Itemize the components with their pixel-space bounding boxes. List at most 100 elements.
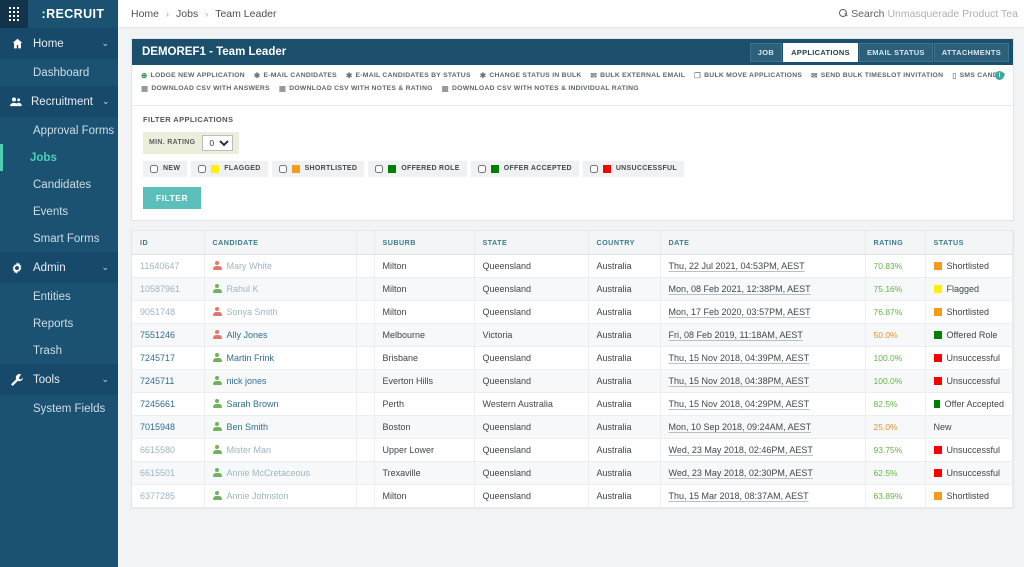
table-row[interactable]: 6377285 Annie Johnston Milton Queensland Aus… — [132, 484, 1013, 508]
status-filter-offer-accepted[interactable]: OFFER ACCEPTED — [470, 160, 579, 177]
table-row[interactable]: 7015948 Ben Smith Boston Queensland Australi… — [132, 415, 1013, 439]
application-id-link[interactable]: 6615501 — [140, 468, 175, 478]
application-id-link[interactable]: 11640647 — [140, 261, 179, 271]
info-icon[interactable]: i — [995, 71, 1004, 80]
application-id-link[interactable]: 10587961 — [140, 284, 180, 294]
sidebar-item-smart-forms[interactable]: Smart Forms — [0, 225, 118, 252]
status-filter-checkbox[interactable] — [198, 164, 207, 173]
sidebar-item-dashboard[interactable]: Dashboard — [0, 59, 118, 86]
column-header-id[interactable]: ID — [132, 230, 205, 255]
sidebar-group-home[interactable]: Home ⌄ — [0, 28, 118, 59]
candidate-name-link[interactable]: Rahul K — [227, 284, 259, 294]
status-filter-checkbox[interactable] — [477, 164, 486, 173]
status-filter-flagged[interactable]: FLAGGED — [191, 160, 268, 177]
app-logo[interactable]: :RECRUIT — [28, 0, 118, 28]
column-header-status[interactable]: STATUS — [925, 230, 1013, 255]
tab-applications[interactable]: APPLICATIONS — [783, 42, 858, 62]
action-bulk-move-applications[interactable]: ❐ BULK MOVE APPLICATIONS — [694, 72, 802, 80]
action-lodge-new-application[interactable]: ⊕ LODGE NEW APPLICATION — [141, 72, 245, 80]
candidate-name-link[interactable]: Mary White — [227, 261, 273, 271]
application-date-link[interactable]: Thu, 22 Jul 2021, 04:53PM, AEST — [669, 261, 805, 271]
column-header-country[interactable]: COUNTRY — [588, 230, 661, 255]
candidate-name-link[interactable]: Ben Smith — [227, 422, 269, 432]
application-date-link[interactable]: Fri, 08 Feb 2019, 11:18AM, AEST — [669, 330, 803, 340]
search-area[interactable]: Search Unmasquerade Product Tea — [839, 8, 1018, 20]
search-icon[interactable] — [839, 9, 848, 18]
application-date-link[interactable]: Wed, 23 May 2018, 02:46PM, AEST — [669, 445, 813, 455]
sidebar-item-reports[interactable]: Reports — [0, 310, 118, 337]
breadcrumb-item-jobs[interactable]: Jobs — [176, 8, 198, 20]
column-header-rating[interactable]: RATING — [865, 230, 926, 255]
application-id-link[interactable]: 7015948 — [140, 422, 175, 432]
application-date-link[interactable]: Mon, 17 Feb 2020, 03:57PM, AEST — [669, 307, 811, 317]
status-filter-shortlisted[interactable]: SHORTLISTED — [271, 160, 365, 177]
table-row[interactable]: 11640647 Mary White Milton Queensland Austra… — [132, 254, 1013, 278]
application-date-link[interactable]: Thu, 15 Nov 2018, 04:38PM, AEST — [669, 376, 810, 386]
application-id-link[interactable]: 7245711 — [140, 376, 174, 386]
sidebar-item-approval-forms[interactable]: Approval Forms — [0, 117, 118, 144]
application-id-link[interactable]: 7245661 — [140, 399, 175, 409]
application-date-link[interactable]: Wed, 23 May 2018, 02:30PM, AEST — [669, 468, 813, 478]
account-label[interactable]: Unmasquerade Product Tea — [887, 8, 1018, 20]
action-bulk-external-email[interactable]: ✉ BULK EXTERNAL EMAIL — [591, 72, 686, 80]
status-filter-checkbox[interactable] — [589, 164, 598, 173]
sidebar-item-events[interactable]: Events — [0, 198, 118, 225]
table-row[interactable]: 10587961 Rahul K Milton Queensland Australia… — [132, 277, 1013, 301]
sidebar-group-tools[interactable]: Tools ⌄ — [0, 364, 118, 395]
candidate-name-link[interactable]: Sonya Smith — [227, 307, 278, 317]
column-header-suburb[interactable]: SUBURB — [374, 230, 475, 255]
candidate-name-link[interactable]: nick jones — [227, 376, 267, 386]
status-filter-checkbox[interactable] — [375, 164, 384, 173]
candidate-name-link[interactable]: Annie McCretaceous — [227, 468, 311, 478]
action-send-bulk-timeslot-invitation[interactable]: ✉ SEND BULK TIMESLOT INVITATION — [811, 72, 943, 80]
action-download-csv-with-answers[interactable]: ▦ DOWNLOAD CSV WITH ANSWERS — [141, 85, 270, 93]
application-id-link[interactable]: 9051748 — [140, 307, 175, 317]
application-id-link[interactable]: 7551246 — [140, 330, 175, 340]
table-row[interactable]: 7245717 Martin Frink Brisbane Queensland Aus… — [132, 346, 1013, 370]
application-date-link[interactable]: Thu, 15 Mar 2018, 08:37AM, AEST — [669, 491, 809, 501]
sidebar-group-recruitment[interactable]: Recruitment ⌄ — [0, 86, 118, 117]
filter-button[interactable]: FILTER — [143, 186, 202, 209]
tab-attachments[interactable]: ATTACHMENTS — [933, 42, 1009, 62]
status-filter-offered-role[interactable]: OFFERED ROLE — [368, 160, 467, 177]
tab-job[interactable]: JOB — [749, 42, 783, 62]
breadcrumb-item-current[interactable]: Team Leader — [215, 8, 276, 20]
table-row[interactable]: 7245711 nick jones Everton Hills Queensland… — [132, 369, 1013, 393]
action-download-csv-with-notes-rating[interactable]: ▦ DOWNLOAD CSV WITH NOTES & RATING — [279, 85, 433, 93]
application-id-link[interactable]: 6377285 — [140, 491, 175, 501]
sidebar-item-system-fields[interactable]: System Fields — [0, 395, 118, 422]
action-e-mail-candidates-by-status[interactable]: ✱ E-MAIL CANDIDATES BY STATUS — [346, 72, 471, 80]
sidebar-item-jobs[interactable]: Jobs — [0, 144, 118, 171]
candidate-name-link[interactable]: Ally Jones — [227, 330, 268, 340]
application-date-link[interactable]: Thu, 15 Nov 2018, 04:29PM, AEST — [669, 399, 810, 409]
sidebar-group-admin[interactable]: Admin ⌄ — [0, 252, 118, 283]
sidebar-item-trash[interactable]: Trash — [0, 337, 118, 364]
candidate-name-link[interactable]: Martin Frink — [227, 353, 275, 363]
status-filter-checkbox[interactable] — [150, 164, 158, 173]
candidate-name-link[interactable]: Sarah Brown — [227, 399, 279, 409]
application-date-link[interactable]: Mon, 08 Feb 2021, 12:38PM, AEST — [669, 284, 811, 294]
action-download-csv-with-notes-individual-rating[interactable]: ▦ DOWNLOAD CSV WITH NOTES & INDIVIDUAL RA… — [442, 85, 639, 93]
application-id-link[interactable]: 7245717 — [140, 353, 175, 363]
table-row[interactable]: 6615501 Annie McCretaceous Trexaville Queen… — [132, 461, 1013, 485]
action-change-status-in-bulk[interactable]: ✱ CHANGE STATUS IN BULK — [480, 72, 582, 80]
table-row[interactable]: 9051748 Sonya Smith Milton Queensland Austra… — [132, 300, 1013, 324]
tab-email-status[interactable]: EMAIL STATUS — [858, 42, 933, 62]
application-date-link[interactable]: Mon, 10 Sep 2018, 09:24AM, AEST — [669, 422, 812, 432]
status-filter-new[interactable]: NEW — [143, 160, 188, 177]
candidate-name-link[interactable]: Annie Johnston — [227, 491, 289, 501]
app-grid-icon[interactable] — [0, 0, 28, 28]
application-date-link[interactable]: Thu, 15 Nov 2018, 04:39PM, AEST — [669, 353, 810, 363]
action-e-mail-candidates[interactable]: ✱ E-MAIL CANDIDATES — [254, 72, 337, 80]
breadcrumb-item-home[interactable]: Home — [131, 8, 159, 20]
status-filter-checkbox[interactable] — [278, 164, 287, 173]
application-id-link[interactable]: 6615580 — [140, 445, 175, 455]
sidebar-item-candidates[interactable]: Candidates — [0, 171, 118, 198]
candidate-name-link[interactable]: Mister Man — [227, 445, 272, 455]
column-header-date[interactable]: DATE — [660, 230, 866, 255]
column-header-candidate[interactable]: CANDIDATE — [204, 230, 357, 255]
min-rating-select[interactable]: 0 — [202, 134, 234, 151]
sidebar-item-entities[interactable]: Entities — [0, 283, 118, 310]
status-filter-unsuccessful[interactable]: UNSUCCESSFUL — [582, 160, 684, 177]
table-row[interactable]: 7245661 Sarah Brown Perth Western Australia… — [132, 392, 1013, 416]
